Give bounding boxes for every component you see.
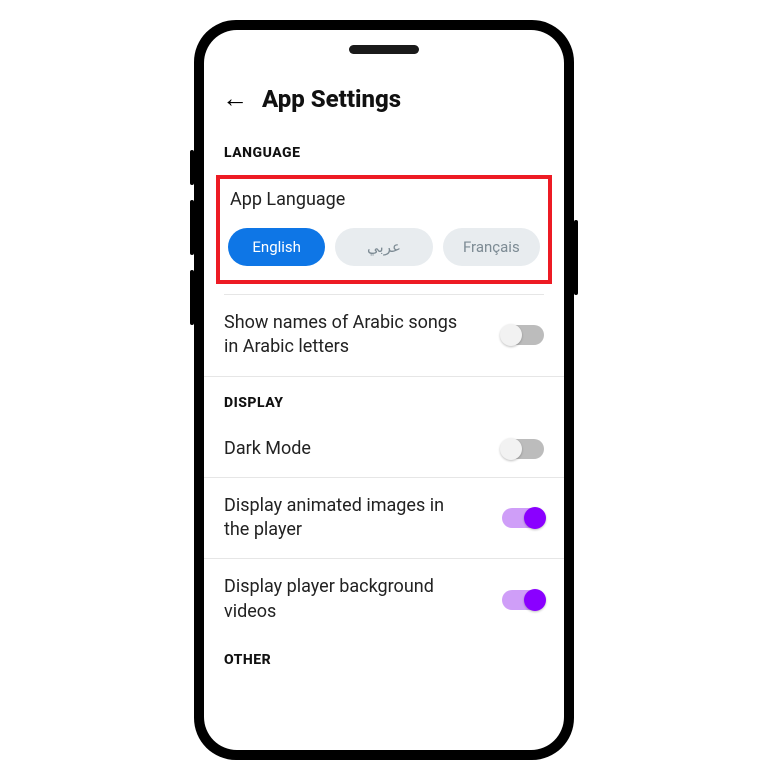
language-highlight-box: App Language English عربي Français (216, 175, 552, 284)
setting-row-bg-videos: Display player background videos (204, 559, 564, 634)
setting-row-animated-images: Display animated images in the player (204, 478, 564, 560)
phone-volume-down (190, 270, 194, 325)
setting-row-arabic-names: Show names of Arabic songs in Arabic let… (204, 295, 564, 377)
setting-row-dark-mode: Dark Mode (204, 421, 564, 478)
app-language-label: App Language (228, 189, 540, 210)
back-icon[interactable]: ← (222, 86, 248, 112)
toggle-knob (524, 507, 546, 529)
language-option-english[interactable]: English (228, 228, 325, 266)
arabic-names-toggle[interactable] (502, 325, 544, 345)
language-option-francais[interactable]: Français (443, 228, 540, 266)
section-header-other: OTHER (204, 634, 564, 678)
phone-frame: ← App Settings LANGUAGE App Language Eng… (194, 20, 574, 760)
toggle-knob (500, 438, 522, 460)
page-title: App Settings (262, 85, 401, 113)
toggle-knob (524, 589, 546, 611)
bg-videos-toggle[interactable] (502, 590, 544, 610)
dark-mode-label: Dark Mode (224, 437, 311, 461)
app-screen: ← App Settings LANGUAGE App Language Eng… (204, 30, 564, 750)
phone-power-button (574, 220, 578, 295)
language-segmented-control: English عربي Français (228, 228, 540, 266)
animated-images-toggle[interactable] (502, 508, 544, 528)
toggle-knob (500, 324, 522, 346)
phone-speaker (349, 45, 419, 54)
dark-mode-toggle[interactable] (502, 439, 544, 459)
language-option-arabic[interactable]: عربي (335, 228, 432, 266)
section-header-language: LANGUAGE (204, 127, 564, 171)
arabic-names-label: Show names of Arabic songs in Arabic let… (224, 311, 464, 360)
bg-videos-label: Display player background videos (224, 575, 464, 624)
phone-volume-up (190, 200, 194, 255)
phone-side-button (190, 150, 194, 185)
app-header: ← App Settings (204, 85, 564, 127)
animated-images-label: Display animated images in the player (224, 494, 464, 543)
section-header-display: DISPLAY (204, 377, 564, 421)
